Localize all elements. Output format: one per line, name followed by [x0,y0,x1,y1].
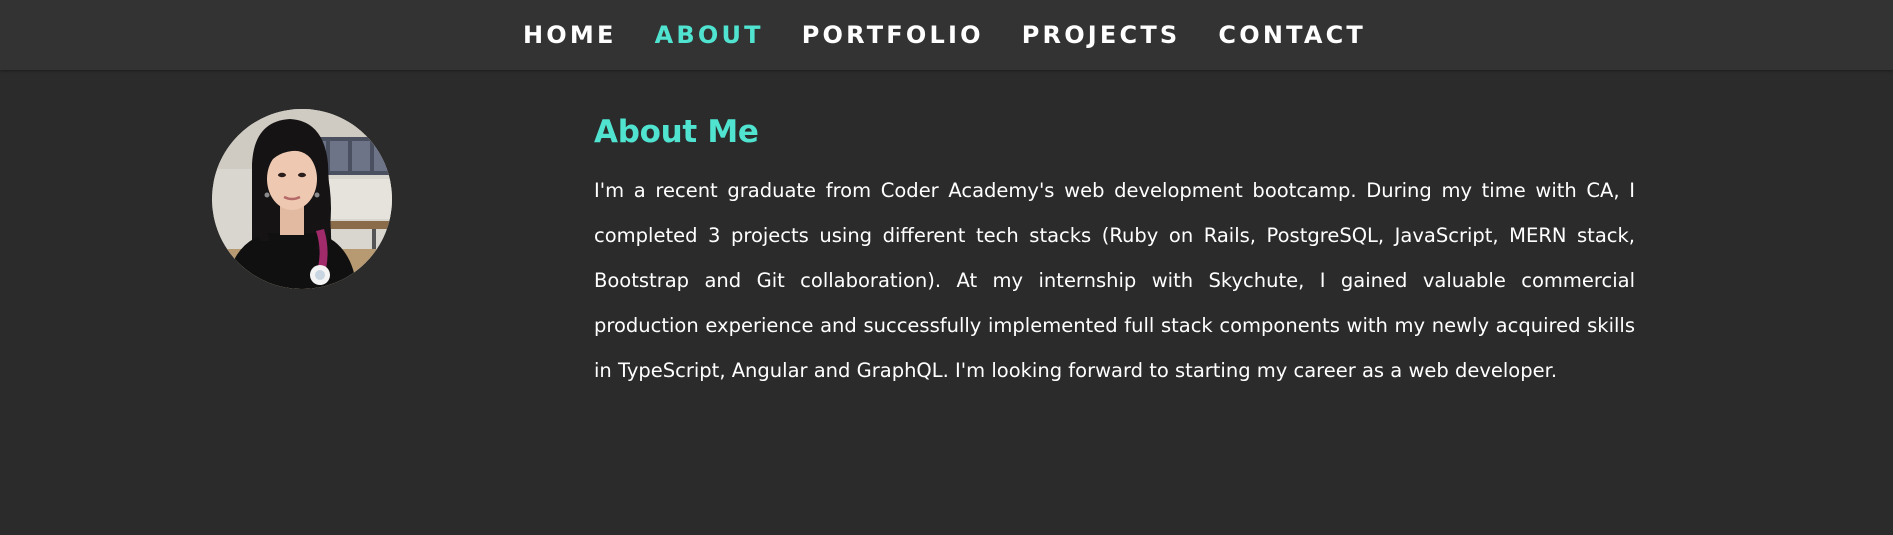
nav-menu: HOME ABOUT PORTFOLIO PROJECTS CONTACT [504,0,1385,70]
profile-photo [212,109,392,289]
nav-home-link[interactable]: HOME [523,0,617,70]
about-title: About Me [594,114,759,150]
profile-photo-image [212,109,392,289]
nav-contact-link[interactable]: CONTACT [1218,0,1366,70]
top-navbar: HOME ABOUT PORTFOLIO PROJECTS CONTACT [0,0,1893,70]
about-description: I'm a recent graduate from Coder Academy… [594,179,1635,382]
nav-projects-link[interactable]: PROJECTS [1022,0,1181,70]
about-section: About Me I'm a recent graduate from Code… [594,108,1635,393]
nav-about-link[interactable]: ABOUT [655,0,764,70]
nav-portfolio-link[interactable]: PORTFOLIO [802,0,984,70]
